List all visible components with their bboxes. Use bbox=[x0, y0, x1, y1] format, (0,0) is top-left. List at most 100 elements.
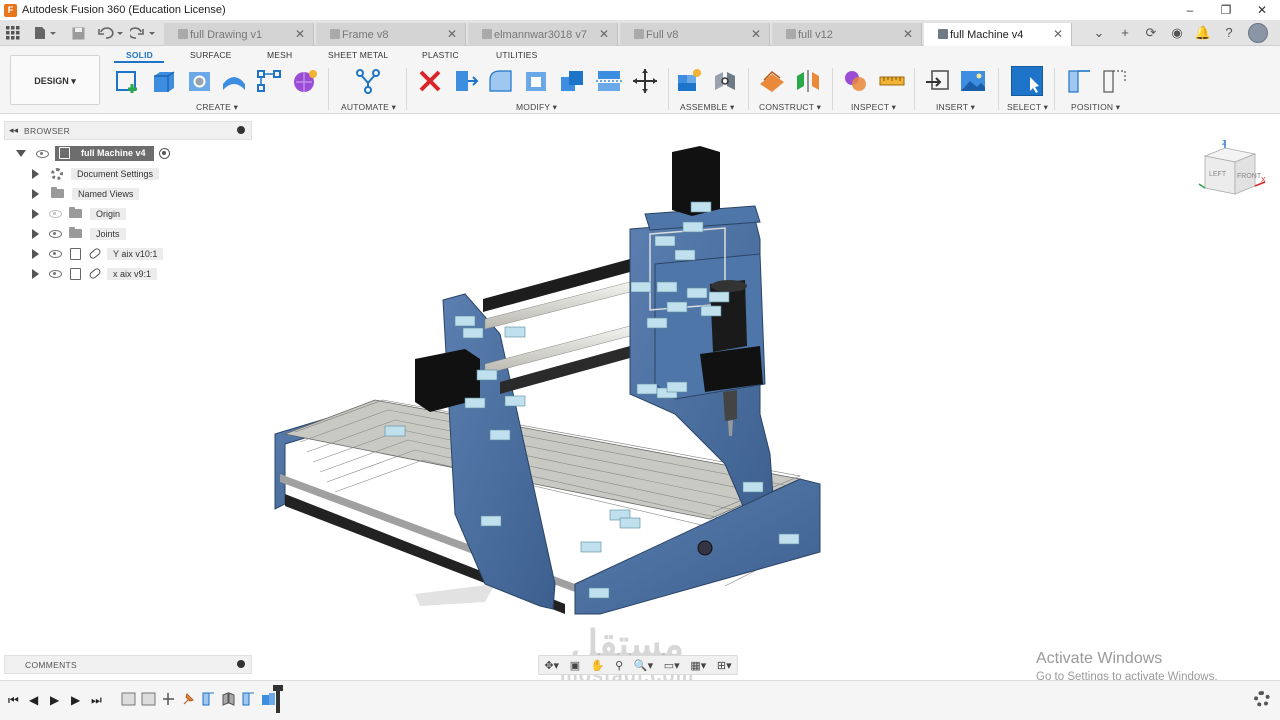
tab-plastic[interactable]: PLASTIC bbox=[422, 50, 459, 60]
timeline-joint-icon[interactable] bbox=[241, 691, 256, 707]
insert-canvas-icon[interactable] bbox=[959, 68, 987, 94]
step-forward-button[interactable]: ▶ bbox=[71, 693, 80, 707]
offset-plane-icon[interactable] bbox=[758, 68, 786, 94]
tab-frame[interactable]: Frame v8 ✕ bbox=[316, 23, 466, 46]
grid-menu-icon[interactable] bbox=[6, 20, 20, 46]
browser-panel-header[interactable]: ◂◂ BROWSER bbox=[4, 121, 252, 140]
create-sketch-icon[interactable] bbox=[114, 68, 142, 94]
notifications-icon[interactable]: 🔔 bbox=[1190, 20, 1216, 46]
automate-icon[interactable] bbox=[354, 68, 382, 94]
browser-item-document-settings[interactable]: Document Settings bbox=[32, 165, 160, 182]
tab-sheet-metal[interactable]: SHEET METAL bbox=[328, 50, 388, 60]
combine-icon[interactable] bbox=[559, 68, 587, 94]
position-group-label[interactable]: POSITION ▾ bbox=[1071, 102, 1120, 113]
look-at-icon[interactable]: ▣ bbox=[570, 659, 580, 672]
save-icon[interactable] bbox=[72, 20, 85, 46]
pan-icon[interactable]: ✋ bbox=[591, 659, 605, 672]
new-component-icon[interactable] bbox=[675, 68, 703, 94]
create-group-label[interactable]: CREATE ▾ bbox=[196, 102, 238, 113]
activate-radio-icon[interactable] bbox=[158, 148, 170, 159]
select-group-label[interactable]: SELECT ▾ bbox=[1007, 102, 1048, 113]
go-to-start-button[interactable]: ⏮ bbox=[8, 693, 19, 708]
sweep-icon[interactable] bbox=[220, 68, 248, 94]
browser-item-x-axis[interactable]: x aix v9:1 bbox=[32, 265, 158, 282]
split-body-icon[interactable] bbox=[595, 68, 623, 94]
timeline-component-icon[interactable] bbox=[141, 691, 156, 707]
tab-surface[interactable]: SURFACE bbox=[190, 50, 232, 60]
grid-settings-icon[interactable]: ▦▾ bbox=[690, 659, 706, 672]
close-tab-icon[interactable]: ✕ bbox=[447, 27, 457, 41]
collapse-browser-icon[interactable]: ◂◂ bbox=[9, 125, 18, 136]
capture-position-icon[interactable] bbox=[1066, 68, 1094, 94]
shell-icon[interactable] bbox=[523, 68, 551, 94]
tab-solid[interactable]: SOLID bbox=[126, 50, 153, 60]
undo-icon[interactable] bbox=[98, 20, 124, 46]
close-tab-icon[interactable]: ✕ bbox=[1053, 27, 1063, 41]
3d-viewport-canvas[interactable] bbox=[255, 114, 1280, 654]
tab-full-v12[interactable]: full v12 ✕ bbox=[772, 23, 922, 46]
chevron-down-icon[interactable]: ⌄ bbox=[1086, 20, 1112, 46]
go-to-end-button[interactable]: ⏭ bbox=[91, 693, 102, 708]
workspace-switcher[interactable]: DESIGN ▾ bbox=[10, 55, 100, 105]
visibility-eye-icon[interactable] bbox=[49, 249, 62, 258]
insert-derive-icon[interactable] bbox=[924, 68, 952, 94]
gear-icon[interactable] bbox=[1254, 691, 1270, 707]
revert-position-icon[interactable] bbox=[1101, 68, 1129, 94]
tab-utilities[interactable]: UTILITIES bbox=[496, 50, 537, 60]
tab-full-v8[interactable]: Full v8 ✕ bbox=[620, 23, 770, 46]
redo-icon[interactable] bbox=[130, 20, 156, 46]
expand-toggle-icon[interactable] bbox=[32, 248, 39, 259]
construct-group-label[interactable]: CONSTRUCT ▾ bbox=[759, 102, 821, 113]
automate-group-label[interactable]: AUTOMATE ▾ bbox=[341, 102, 396, 113]
midplane-icon[interactable] bbox=[794, 68, 822, 94]
timeline-component-icon[interactable] bbox=[261, 691, 276, 707]
play-button[interactable]: ▶ bbox=[50, 693, 59, 707]
restore-button[interactable]: ❐ bbox=[1208, 0, 1244, 20]
browser-item-named-views[interactable]: Named Views bbox=[32, 185, 140, 202]
tab-mesh[interactable]: MESH bbox=[267, 50, 292, 60]
select-icon[interactable] bbox=[1011, 66, 1043, 96]
tab-full-drawing[interactable]: full Drawing v1 ✕ bbox=[164, 23, 314, 46]
timeline-ground-icon[interactable] bbox=[161, 691, 176, 707]
close-tab-icon[interactable]: ✕ bbox=[599, 27, 609, 41]
fit-icon[interactable]: 🔍▾ bbox=[634, 659, 653, 672]
hole-icon[interactable] bbox=[186, 68, 214, 94]
fillet-icon[interactable] bbox=[487, 68, 515, 94]
press-pull-icon[interactable] bbox=[451, 68, 479, 94]
step-back-button[interactable]: ◀ bbox=[29, 693, 38, 707]
form-icon[interactable] bbox=[291, 68, 319, 94]
viewports-icon[interactable]: ⊞▾ bbox=[717, 659, 732, 672]
interference-icon[interactable] bbox=[842, 68, 870, 94]
minimize-button[interactable]: – bbox=[1172, 0, 1208, 20]
file-menu-icon[interactable] bbox=[34, 20, 56, 46]
joint-icon[interactable] bbox=[711, 68, 739, 94]
tab-elmannwar[interactable]: elmannwar3018 v7 ✕ bbox=[468, 23, 618, 46]
timeline-marker[interactable] bbox=[273, 685, 283, 713]
timeline-component-icon[interactable] bbox=[121, 691, 136, 707]
user-avatar[interactable] bbox=[1248, 23, 1268, 43]
expand-toggle-icon[interactable] bbox=[32, 268, 39, 279]
measure-icon[interactable] bbox=[878, 68, 906, 94]
delete-icon[interactable] bbox=[416, 68, 444, 94]
browser-options-icon[interactable] bbox=[237, 126, 245, 134]
help-icon[interactable]: ? bbox=[1216, 20, 1242, 46]
browser-item-origin[interactable]: Origin bbox=[32, 205, 127, 222]
timeline-joint-icon[interactable] bbox=[201, 691, 216, 707]
zoom-icon[interactable]: ⚲ bbox=[615, 659, 623, 672]
browser-item-y-axis[interactable]: Y aix v10:1 bbox=[32, 245, 164, 262]
expand-toggle-icon[interactable] bbox=[32, 208, 39, 219]
browser-item-joints[interactable]: Joints bbox=[32, 225, 126, 242]
extensions-icon[interactable]: ⟳ bbox=[1138, 20, 1164, 46]
insert-group-label[interactable]: INSERT ▾ bbox=[936, 102, 975, 113]
timeline-joint-icon[interactable] bbox=[221, 691, 236, 707]
close-window-button[interactable]: ✕ bbox=[1244, 0, 1280, 20]
close-tab-icon[interactable]: ✕ bbox=[903, 27, 913, 41]
visibility-eye-icon[interactable] bbox=[49, 209, 62, 218]
assemble-group-label[interactable]: ASSEMBLE ▾ bbox=[680, 102, 734, 113]
expand-toggle-icon[interactable] bbox=[32, 168, 39, 179]
viewcube[interactable]: LEFT FRONT Z X bbox=[1195, 138, 1270, 208]
move-copy-icon[interactable] bbox=[631, 68, 659, 94]
job-status-icon[interactable]: ◉ bbox=[1164, 20, 1190, 46]
rectangular-pattern-icon[interactable] bbox=[255, 68, 283, 94]
new-tab-icon[interactable]: + bbox=[1112, 20, 1138, 46]
